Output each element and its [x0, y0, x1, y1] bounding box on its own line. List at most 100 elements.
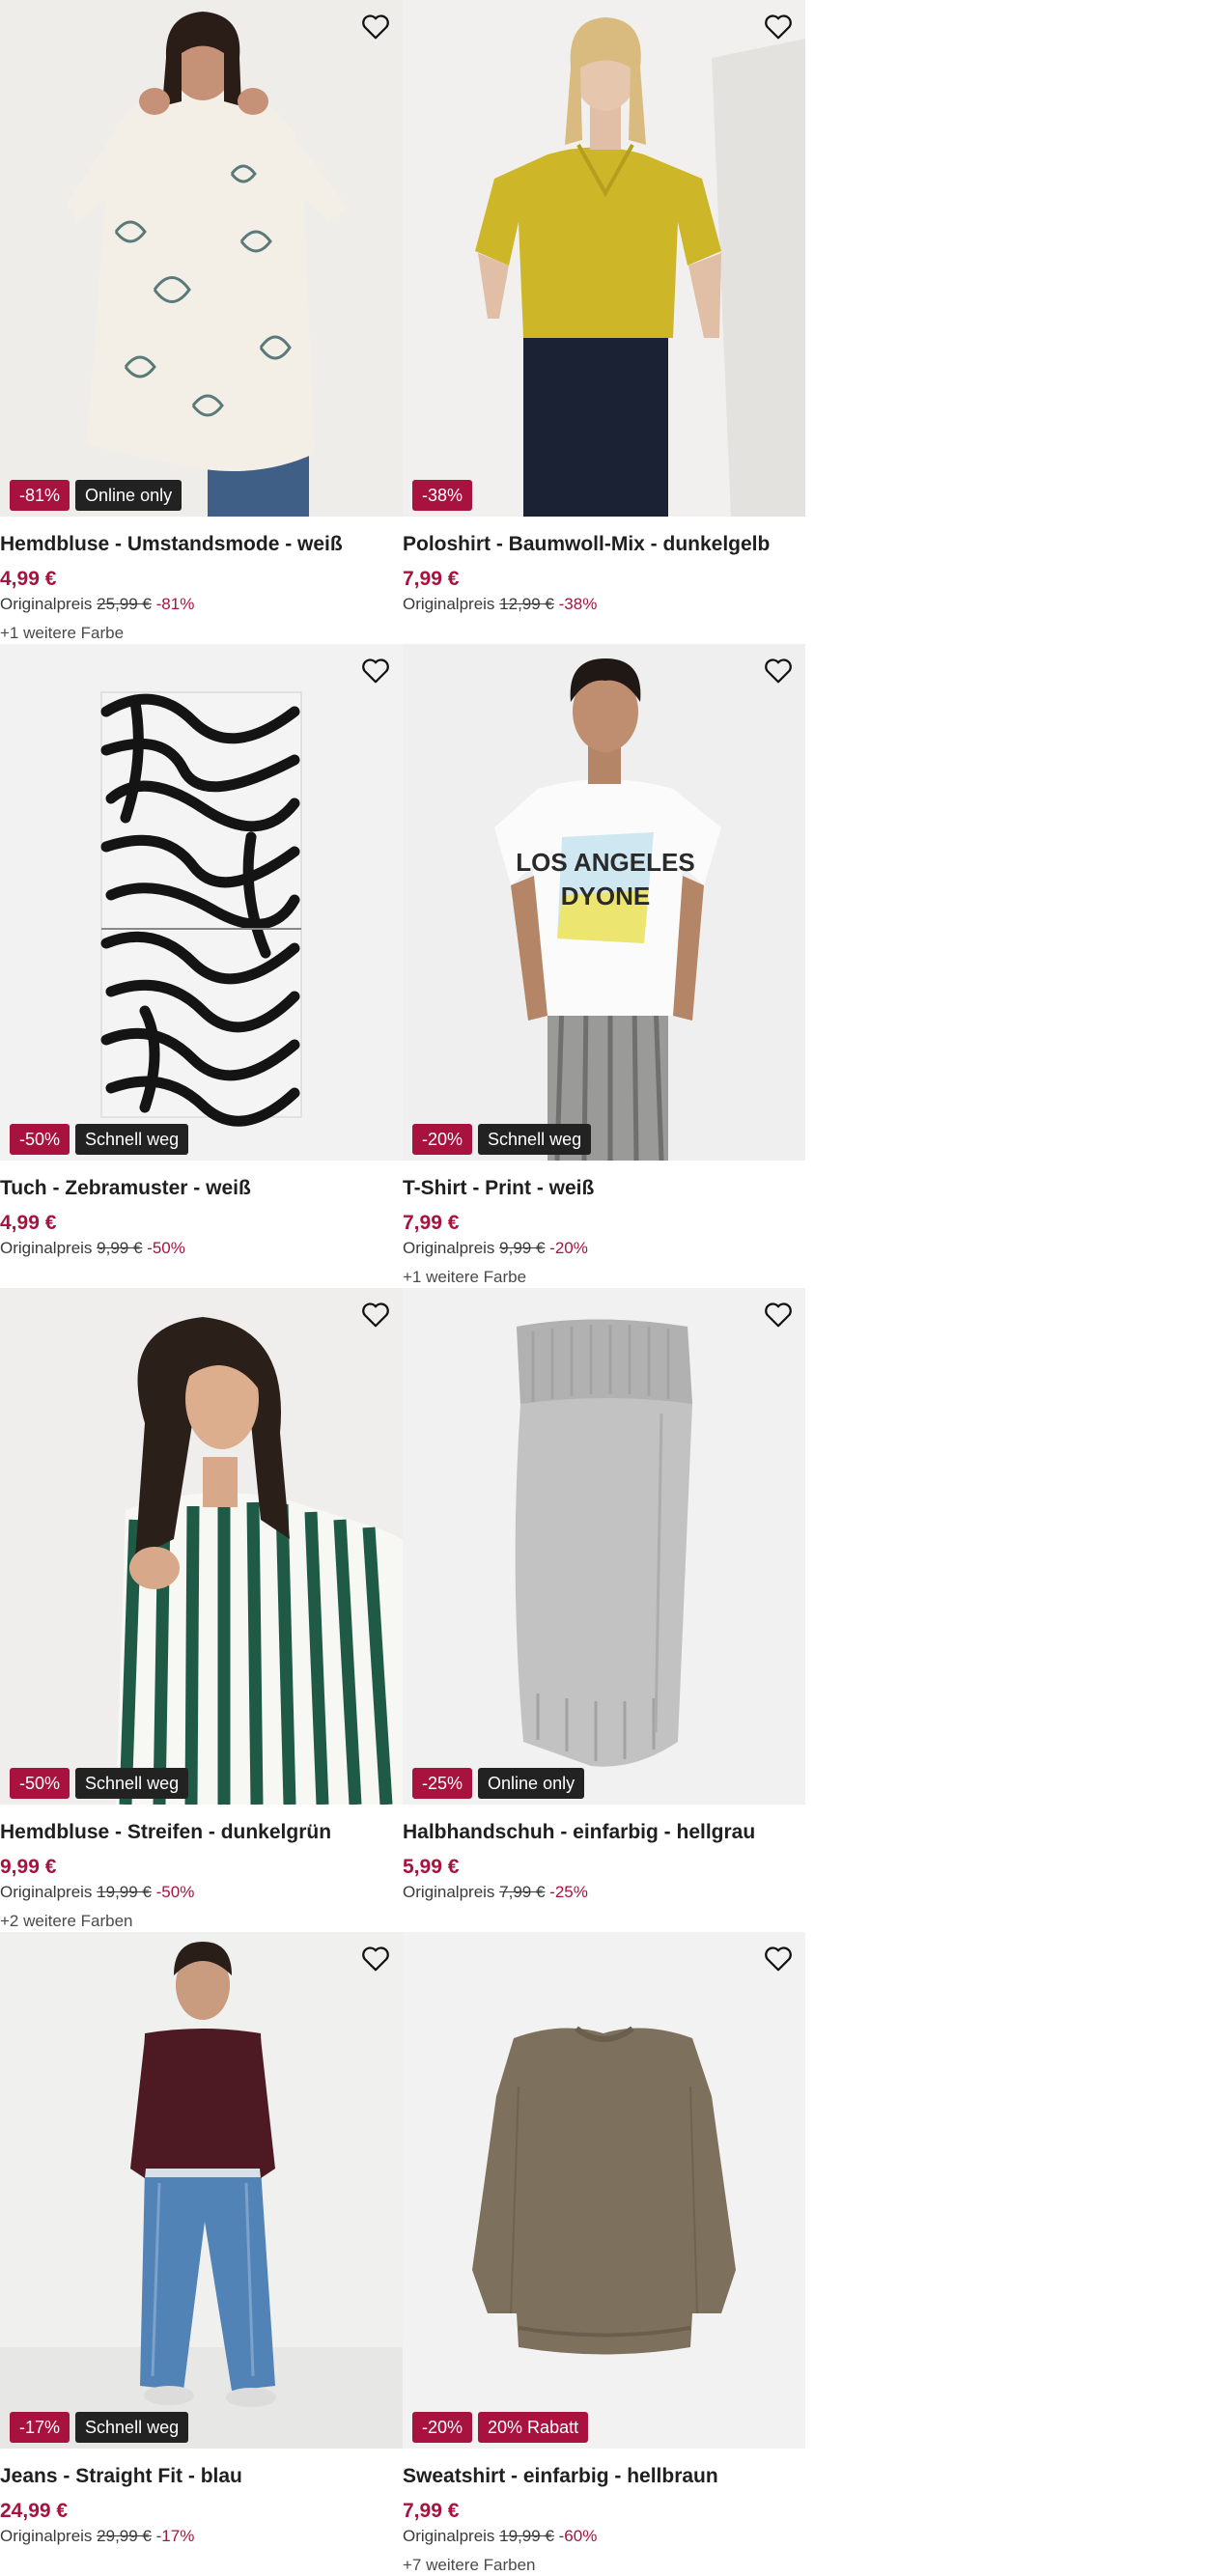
original-price-value: 7,99 €	[499, 1883, 546, 1901]
more-colors-link[interactable]: +1 weitere Farbe	[0, 623, 403, 644]
original-discount: -50%	[155, 1883, 195, 1901]
product-price: 9,99 €	[0, 1856, 57, 1878]
product-card[interactable]: -20% 20% Rabatt Sweatshirt - einfarbig -…	[403, 1932, 805, 2576]
product-info: Sweatshirt - einfarbig - hellbraun 7,99 …	[403, 2449, 805, 2576]
product-image[interactable]: -50% Schnell weg	[0, 644, 403, 1161]
product-price: 7,99 €	[403, 568, 460, 590]
product-title[interactable]: Hemdbluse - Umstandsmode - weiß	[0, 532, 403, 561]
original-price: Originalpreis 29,99 € -17%	[0, 2526, 403, 2547]
original-price: Originalpreis 25,99 € -81%	[0, 594, 403, 615]
badge-group: -50% Schnell weg	[10, 1124, 189, 1155]
product-image[interactable]: -50% Schnell weg	[0, 1288, 403, 1805]
grey-knit-warmer-image	[403, 1288, 805, 1805]
product-info: Hemdbluse - Streifen - dunkelgrün 9,99 €…	[0, 1805, 403, 1932]
svg-text:LOS ANGELES: LOS ANGELES	[516, 848, 694, 877]
product-title[interactable]: Hemdbluse - Streifen - dunkelgrün	[0, 1820, 403, 1849]
product-info: Poloshirt - Baumwoll-Mix - dunkelgelb 7,…	[403, 517, 805, 615]
man-print-tshirt-image: LOS ANGELES DYONE	[403, 644, 805, 1161]
product-card[interactable]: -17% Schnell weg Jeans - Straight Fit - …	[0, 1932, 403, 2576]
product-title[interactable]: Poloshirt - Baumwoll-Mix - dunkelgelb	[403, 532, 805, 561]
product-title[interactable]: Sweatshirt - einfarbig - hellbraun	[403, 2464, 805, 2493]
original-price: Originalpreis 9,99 € -20%	[403, 1238, 805, 1259]
discount-badge: -17%	[10, 2412, 70, 2443]
product-image[interactable]: -20% 20% Rabatt	[403, 1932, 805, 2449]
original-discount: -50%	[147, 1239, 185, 1257]
original-discount: -17%	[155, 2527, 195, 2545]
brown-sweatshirt-image	[403, 1932, 805, 2449]
more-colors-link[interactable]: +1 weitere Farbe	[403, 1267, 805, 1288]
original-price-label: Originalpreis	[403, 1239, 495, 1257]
wishlist-heart-icon[interactable]	[761, 654, 796, 688]
product-info: Halbhandschuh - einfarbig - hellgrau 5,9…	[403, 1805, 805, 1903]
product-info: T-Shirt - Print - weiß 7,99 € Originalpr…	[403, 1161, 805, 1288]
original-price: Originalpreis 9,99 € -50%	[0, 1238, 403, 1259]
product-card[interactable]: LOS ANGELES DYONE -20% Schnell weg T-Shi…	[403, 644, 805, 1288]
product-image[interactable]: -17% Schnell weg	[0, 1932, 403, 2449]
wishlist-heart-icon[interactable]	[761, 10, 796, 44]
original-price-label: Originalpreis	[403, 2527, 495, 2545]
product-image[interactable]: LOS ANGELES DYONE -20% Schnell weg	[403, 644, 805, 1161]
badge-group: -17% Schnell weg	[10, 2412, 189, 2443]
original-discount: -81%	[155, 595, 195, 613]
product-title[interactable]: Tuch - Zebramuster - weiß	[0, 1176, 403, 1205]
original-price-value: 9,99 €	[97, 1239, 143, 1257]
woman-yellow-polo-image	[403, 0, 805, 517]
original-price-value: 25,99 €	[97, 595, 152, 613]
schnell-weg-badge: Schnell weg	[75, 1768, 189, 1799]
online-only-badge: Online only	[478, 1768, 585, 1799]
original-price-label: Originalpreis	[403, 595, 495, 613]
product-price: 4,99 €	[0, 1212, 57, 1234]
product-title[interactable]: Halbhandschuh - einfarbig - hellgrau	[403, 1820, 805, 1849]
schnell-weg-badge: Schnell weg	[75, 1124, 189, 1155]
original-price-label: Originalpreis	[0, 1239, 93, 1257]
wishlist-heart-icon[interactable]	[358, 1942, 393, 1976]
svg-text:DYONE: DYONE	[561, 882, 650, 910]
badge-group: -20% 20% Rabatt	[412, 2412, 589, 2443]
original-price-value: 9,99 €	[499, 1239, 546, 1257]
woman-striped-blouse-image	[0, 1288, 403, 1805]
original-discount: -38%	[558, 595, 598, 613]
more-colors-link[interactable]: +2 weitere Farben	[0, 1911, 403, 1932]
original-price: Originalpreis 19,99 € -50%	[0, 1882, 403, 1903]
wishlist-heart-icon[interactable]	[761, 1298, 796, 1332]
original-price-label: Originalpreis	[0, 2527, 93, 2545]
woman-floral-blouse-image	[0, 0, 403, 517]
wishlist-heart-icon[interactable]	[358, 10, 393, 44]
product-info: Tuch - Zebramuster - weiß 4,99 € Origina…	[0, 1161, 403, 1259]
product-image[interactable]: -25% Online only	[403, 1288, 805, 1805]
product-title[interactable]: T-Shirt - Print - weiß	[403, 1176, 805, 1205]
product-image[interactable]: -81% Online only	[0, 0, 403, 517]
product-image[interactable]: -38%	[403, 0, 805, 517]
discount-badge: -81%	[10, 480, 70, 511]
original-price-label: Originalpreis	[0, 595, 93, 613]
product-card[interactable]: -38% Poloshirt - Baumwoll-Mix - dunkelge…	[403, 0, 805, 644]
product-info: Jeans - Straight Fit - blau 24,99 € Orig…	[0, 2449, 403, 2547]
product-price: 7,99 €	[403, 1212, 460, 1234]
badge-group: -38%	[412, 480, 473, 511]
product-info: Hemdbluse - Umstandsmode - weiß 4,99 € O…	[0, 517, 403, 644]
original-price-value: 12,99 €	[499, 595, 554, 613]
original-discount: -25%	[549, 1883, 588, 1901]
original-price-value: 19,99 €	[97, 1883, 152, 1901]
more-colors-link[interactable]: +7 weitere Farben	[403, 2555, 805, 2576]
original-price-value: 29,99 €	[97, 2527, 152, 2545]
schnell-weg-badge: Schnell weg	[478, 1124, 592, 1155]
original-price: Originalpreis 12,99 € -38%	[403, 594, 805, 615]
product-card[interactable]: -25% Online only Halbhandschuh - einfarb…	[403, 1288, 805, 1932]
discount-badge: -38%	[412, 480, 473, 511]
product-card[interactable]: -50% Schnell weg Hemdbluse - Streifen - …	[0, 1288, 403, 1932]
wishlist-heart-icon[interactable]	[358, 1298, 393, 1332]
discount-badge: -25%	[412, 1768, 473, 1799]
original-price: Originalpreis 7,99 € -25%	[403, 1882, 805, 1903]
product-price: 5,99 €	[403, 1856, 460, 1878]
product-card[interactable]: -81% Online only Hemdbluse - Umstandsmod…	[0, 0, 403, 644]
badge-group: -81% Online only	[10, 480, 182, 511]
badge-group: -50% Schnell weg	[10, 1768, 189, 1799]
product-price: 7,99 €	[403, 2500, 460, 2522]
badge-group: -20% Schnell weg	[412, 1124, 592, 1155]
wishlist-heart-icon[interactable]	[358, 654, 393, 688]
product-card[interactable]: -50% Schnell weg Tuch - Zebramuster - we…	[0, 644, 403, 1288]
wishlist-heart-icon[interactable]	[761, 1942, 796, 1976]
product-title[interactable]: Jeans - Straight Fit - blau	[0, 2464, 403, 2493]
original-price: Originalpreis 19,99 € -60%	[403, 2526, 805, 2547]
